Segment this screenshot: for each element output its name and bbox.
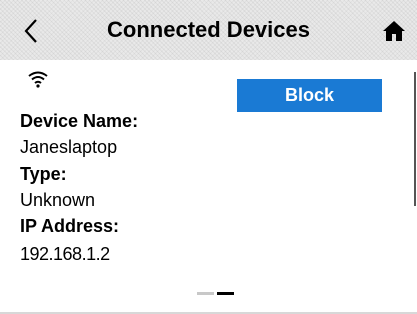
header-bar: Connected Devices [0, 0, 417, 60]
chevron-left-icon [24, 19, 37, 43]
home-button[interactable] [379, 16, 409, 46]
scrollbar[interactable] [414, 72, 416, 206]
wifi-icon [28, 71, 48, 88]
back-button[interactable] [16, 14, 46, 48]
block-button[interactable]: Block [237, 79, 382, 112]
page-title: Connected Devices [107, 17, 310, 42]
type-value: Unknown [20, 190, 96, 210]
ip-address-value: 192.168.1.2 [20, 244, 110, 264]
connected-devices-screen: Connected Devices Block Device Name: Jan… [0, 0, 417, 314]
home-icon [383, 21, 405, 41]
type-label: Type: [20, 164, 67, 184]
page-indicator-1[interactable] [197, 292, 214, 295]
ip-address-label: IP Address: [20, 216, 120, 236]
device-name-value: Janeslaptop [20, 137, 118, 157]
device-name-label: Device Name: [20, 111, 139, 131]
page-indicator-2[interactable] [217, 292, 234, 295]
